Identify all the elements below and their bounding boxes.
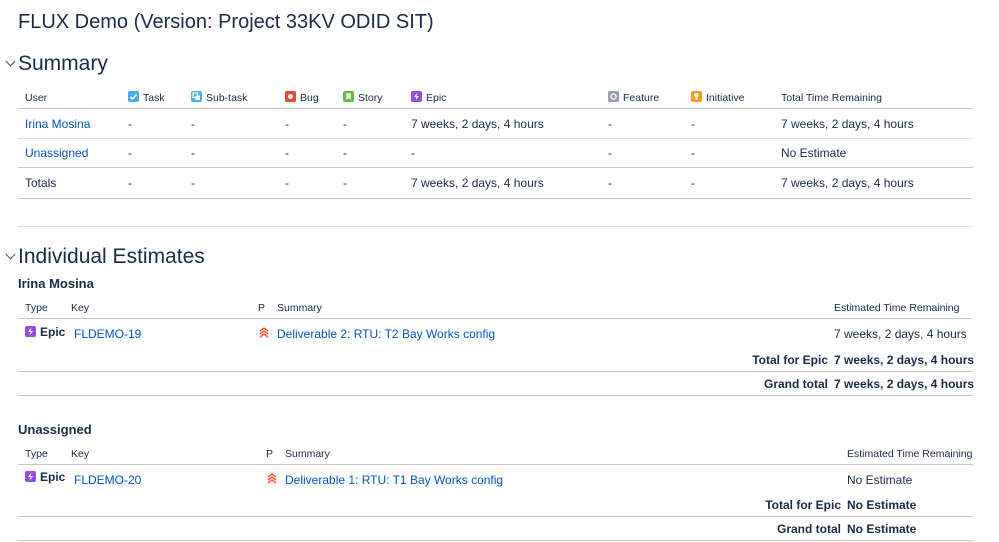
col-user: User [25,92,48,104]
grand-total-label: Grand total [763,377,828,391]
issue-key-link[interactable]: FLDEMO-19 [74,326,141,342]
issue-type: Epic [25,324,65,340]
issue-summary-link[interactable]: Deliverable 2: RTU: T2 Bay Works config [277,326,495,342]
collapse-summary-icon[interactable] [5,56,16,67]
col-priority: P [258,302,266,314]
col-priority: P [266,448,274,460]
feature-value: - [608,117,612,131]
grand-total-value: No Estimate [847,522,917,536]
col-total: Total Time Remaining [781,92,882,104]
bug-value: - [285,176,289,190]
total-value: No Estimate [781,146,847,160]
divider [18,464,973,465]
summary-heading: Summary [18,52,108,75]
user-subheading: Unassigned [18,422,92,437]
total-value: 7 weeks, 2 days, 4 hours [781,176,914,190]
priority-highest-icon [266,471,278,484]
initiative-value: - [691,176,695,190]
divider [18,318,973,319]
total-for-epic-label: Total for Epic [765,498,841,512]
grand-total-value: 7 weeks, 2 days, 4 hours [834,377,975,391]
issue-type: Epic [25,469,65,485]
task-icon [128,91,139,102]
subtask-value: - [191,117,195,131]
grand-total-label: Grand total [776,522,841,536]
initiative-value: - [691,117,695,131]
divider [18,167,973,168]
col-key: Key [71,302,90,314]
col-bug: Bug [285,91,319,105]
col-estimate: Estimated Time Remaining [834,302,960,314]
page-title: FLUX Demo (Version: Project 33KV ODID SI… [18,11,434,33]
col-subtask: Sub-task [191,91,247,105]
individual-heading: Individual Estimates [18,245,205,268]
story-icon [343,91,354,102]
collapse-individual-icon[interactable] [5,249,16,260]
story-value: - [343,176,347,190]
divider [18,540,973,541]
divider [18,395,973,396]
divider [18,138,973,139]
priority-highest-icon [258,325,270,338]
col-feature: Feature [608,91,659,105]
issue-estimate: No Estimate [847,473,913,487]
initiative-value: - [691,146,695,160]
feature-value: - [608,146,612,160]
epic-icon [25,326,36,337]
epic-value: 7 weeks, 2 days, 4 hours [411,176,544,190]
total-value: 7 weeks, 2 days, 4 hours [781,117,914,131]
col-epic: Epic [411,91,446,105]
user-link[interactable]: Unassigned [25,145,88,161]
story-value: - [343,117,347,131]
task-value: - [128,117,132,131]
totals-label: Totals [25,176,57,190]
divider [18,198,973,199]
divider [18,108,973,109]
total-for-epic-label: Total for Epic [752,353,828,367]
total-for-epic-value: 7 weeks, 2 days, 4 hours [834,353,975,367]
bug-value: - [285,117,289,131]
col-summary: Summary [277,302,322,314]
epic-icon [25,471,36,482]
issue-summary-link[interactable]: Deliverable 1: RTU: T1 Bay Works config [285,472,503,488]
divider [18,371,973,372]
issue-key-link[interactable]: FLDEMO-20 [74,472,141,488]
total-for-epic-value: No Estimate [847,498,917,512]
bug-value: - [285,146,289,160]
user-link[interactable]: Irina Mosina [25,116,90,132]
col-estimate: Estimated Time Remaining [847,448,973,460]
subtask-icon [191,91,202,102]
col-initiative: Initiative [691,91,745,105]
feature-value: - [608,176,612,190]
col-type: Type [25,302,48,314]
col-task: Task [128,91,165,105]
divider [18,516,973,517]
col-type: Type [25,448,48,460]
task-value: - [128,176,132,190]
epic-value: 7 weeks, 2 days, 4 hours [411,117,544,131]
initiative-icon [691,91,702,102]
section-divider [18,226,973,227]
col-summary: Summary [285,448,330,460]
subtask-value: - [191,146,195,160]
story-value: - [343,146,347,160]
feature-icon [608,91,619,102]
subtask-value: - [191,176,195,190]
epic-icon [411,91,422,102]
task-value: - [128,146,132,160]
col-story: Story [343,91,383,105]
epic-value: - [411,146,415,160]
issue-estimate: 7 weeks, 2 days, 4 hours [834,327,967,341]
col-key: Key [71,448,90,460]
user-subheading: Irina Mosina [18,276,94,291]
bug-icon [285,91,296,102]
